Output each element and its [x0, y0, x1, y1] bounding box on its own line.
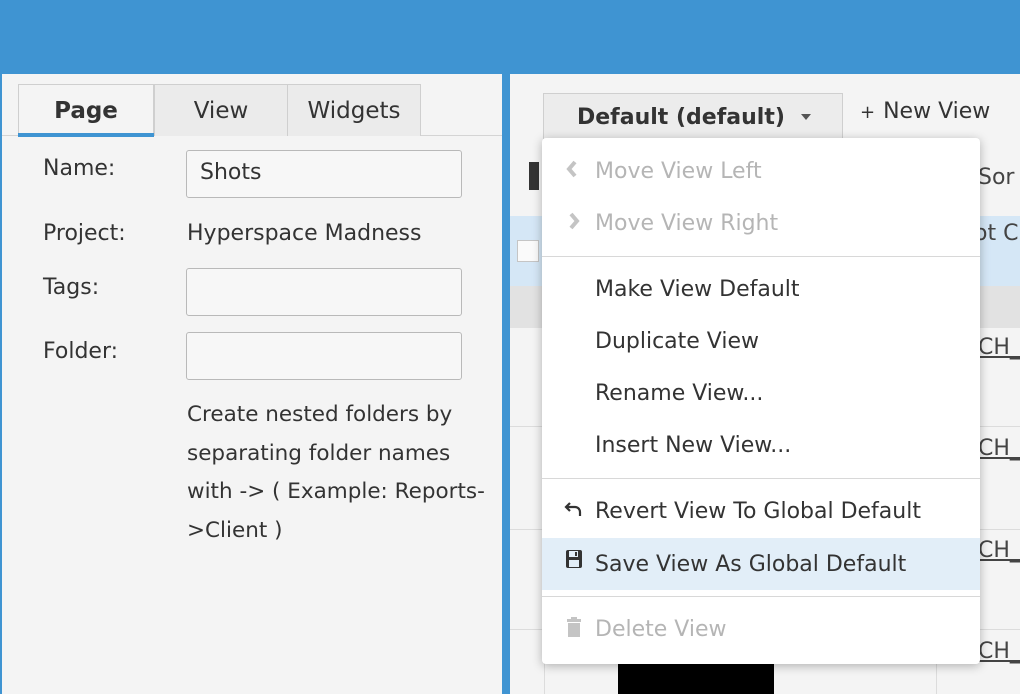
tab-view[interactable]: View: [154, 84, 288, 136]
shot-link[interactable]: CH_: [978, 436, 1020, 461]
tags-field[interactable]: [186, 268, 462, 316]
menu-separator: [542, 478, 980, 479]
select-all-checkbox[interactable]: [517, 240, 539, 262]
project-label: Project:: [43, 221, 126, 246]
folder-field[interactable]: [186, 332, 462, 380]
folder-label: Folder:: [43, 339, 119, 364]
menu-item-move-view-left[interactable]: Move View Left: [542, 148, 980, 194]
new-view-button[interactable]: + New View: [860, 99, 990, 124]
menu-item-revert-view[interactable]: Revert View To Global Default: [542, 488, 980, 534]
menu-item-label: Duplicate View: [595, 328, 760, 354]
save-icon: [564, 547, 584, 571]
menu-item-label: Make View Default: [595, 276, 800, 302]
undo-icon: [564, 497, 584, 521]
shot-link[interactable]: CH_: [978, 639, 1020, 664]
menu-item-make-view-default[interactable]: Make View Default: [542, 266, 980, 312]
menu-item-label: Move View Right: [595, 210, 779, 236]
new-view-label: New View: [883, 99, 991, 124]
tab-page[interactable]: Page: [18, 84, 154, 137]
view-select-dropdown[interactable]: Default (default): [543, 93, 843, 141]
view-actions-menu: Move View Left Move View Right Make View…: [542, 138, 980, 664]
menu-item-rename-view[interactable]: Rename View...: [542, 370, 980, 416]
menu-item-duplicate-view[interactable]: Duplicate View: [542, 318, 980, 364]
menu-separator: [542, 596, 980, 597]
menu-item-insert-new-view[interactable]: Insert New View...: [542, 422, 980, 468]
tags-label: Tags:: [43, 275, 100, 300]
name-label: Name:: [43, 156, 116, 181]
menu-item-save-view-global-default[interactable]: Save View As Global Default: [542, 538, 980, 590]
folder-help-text: Create nested folders by separating fold…: [187, 402, 485, 543]
top-bar: [0, 0, 1020, 74]
menu-item-delete-view[interactable]: Delete View: [542, 606, 980, 652]
menu-item-label: Move View Left: [595, 158, 762, 184]
menu-item-label: Insert New View...: [595, 432, 792, 458]
caret-down-icon: [800, 114, 811, 120]
toolbar-handle: [529, 162, 539, 190]
menu-item-label: Delete View: [595, 616, 727, 642]
settings-tabs: Page View Widgets: [2, 74, 502, 137]
column-header-label: ot C: [974, 221, 1019, 246]
tab-widgets[interactable]: Widgets: [287, 84, 421, 136]
sort-label[interactable]: Sor: [978, 165, 1014, 190]
menu-item-label: Revert View To Global Default: [595, 498, 921, 524]
menu-item-label: Save View As Global Default: [595, 551, 907, 577]
view-select-label: Default (default): [577, 104, 785, 130]
menu-item-label: Rename View...: [595, 380, 764, 406]
name-field[interactable]: Shots: [186, 150, 462, 198]
menu-item-move-view-right[interactable]: Move View Right: [542, 200, 980, 246]
shot-thumbnail[interactable]: [618, 664, 774, 694]
menu-separator: [542, 256, 980, 257]
trash-icon: [564, 615, 584, 639]
panel-divider[interactable]: [502, 74, 510, 694]
shot-link[interactable]: CH_: [978, 538, 1020, 563]
shot-link[interactable]: CH_: [978, 335, 1020, 360]
project-value: Hyperspace Madness: [187, 221, 422, 246]
page-settings-panel: Page View Widgets Name: Shots Project: H…: [2, 74, 502, 694]
chevron-left-icon: [564, 157, 584, 181]
chevron-right-icon: [564, 209, 584, 233]
plus-icon: +: [860, 102, 876, 123]
